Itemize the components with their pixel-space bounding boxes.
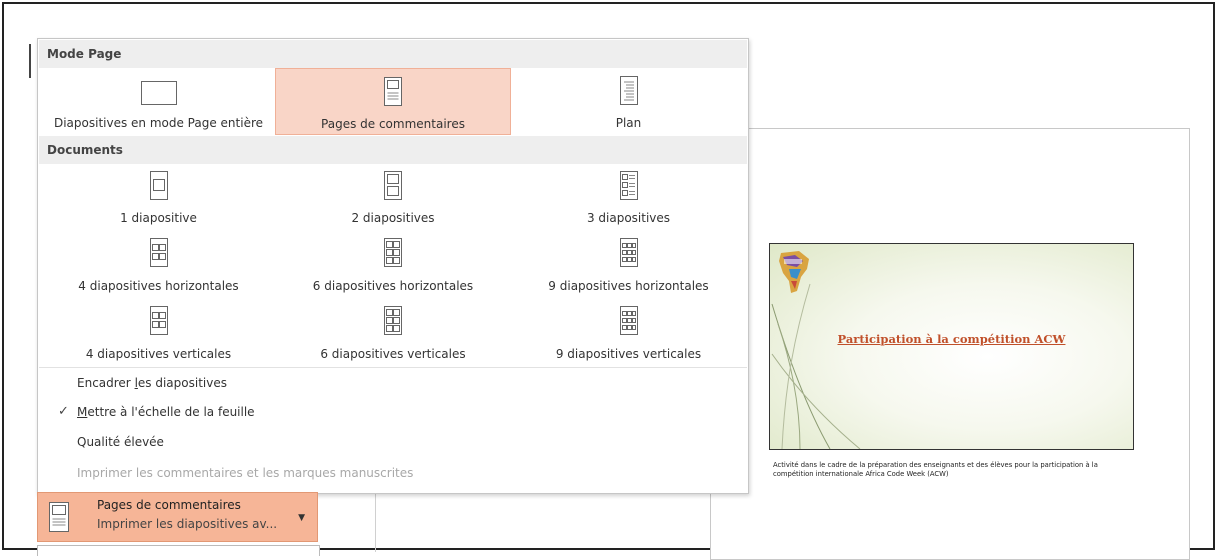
high-quality-item[interactable]: Qualité élevée	[77, 435, 164, 449]
print-layout-button[interactable]: Pages de commentaires Imprimer les diapo…	[37, 492, 318, 542]
notes-page-icon	[49, 502, 69, 532]
menu-label-part: Encadrer	[77, 376, 135, 390]
notes-text: Activité dans le cadre de la préparation…	[773, 461, 1098, 478]
handout-6h-icon	[384, 238, 402, 267]
handout-3-icon	[620, 171, 638, 200]
layout-button-subtitle: Imprimer les diapositives av...	[97, 517, 278, 531]
print-comments-item: Imprimer les commentaires et les marques…	[77, 466, 414, 480]
handout-4h-icon	[150, 238, 168, 267]
africa-code-week-logo	[779, 251, 809, 293]
access-key: M	[77, 405, 88, 419]
option-full-page-slides[interactable]: Diapositives en mode Page entière	[42, 68, 275, 135]
slide-title: Participation à la compétition ACW	[837, 332, 1066, 346]
option-label: 1 diapositive	[120, 211, 197, 225]
option-label: 4 diapositives horizontales	[78, 279, 239, 293]
option-1-slide[interactable]: 1 diapositive	[42, 165, 275, 231]
option-label: Diapositives en mode Page entière	[53, 116, 264, 130]
option-3-slides[interactable]: 3 diapositives	[511, 165, 746, 231]
option-label: 9 diapositives horizontales	[548, 279, 709, 293]
handout-9h-icon	[620, 238, 638, 267]
print-layout-dropdown: Mode Page Diapositives en mode Page enti…	[37, 38, 749, 494]
option-label: 4 diapositives verticales	[85, 347, 232, 361]
option-label: 6 diapositives verticales	[320, 347, 466, 361]
option-4-horizontal[interactable]: 4 diapositives horizontales	[42, 233, 275, 299]
handout-9v-icon	[620, 306, 638, 335]
option-6-horizontal[interactable]: 6 diapositives horizontales	[275, 233, 511, 299]
option-9-vertical[interactable]: 9 diapositives verticales	[511, 301, 746, 367]
option-label: 9 diapositives verticales	[555, 347, 702, 361]
option-label: 3 diapositives	[586, 211, 671, 225]
option-outline[interactable]: Plan	[511, 68, 746, 135]
option-label: 2 diapositives	[351, 211, 435, 225]
scale-to-fit-item[interactable]: Mettre à l'échelle de la feuille	[77, 405, 255, 419]
frame-slides-item[interactable]: Encadrer les diapositives	[77, 376, 227, 390]
handout-6v-icon	[384, 306, 402, 335]
handout-4v-icon	[150, 306, 168, 335]
handout-2-icon	[384, 171, 402, 200]
next-setting-control[interactable]	[37, 545, 320, 556]
option-label: Pages de commentaires	[321, 117, 465, 131]
layout-button-title: Pages de commentaires	[97, 498, 241, 512]
option-6-vertical[interactable]: 6 diapositives verticales	[275, 301, 511, 367]
mode-page-header: Mode Page	[39, 40, 747, 68]
partial-bracket	[29, 44, 35, 78]
option-label: 6 diapositives horizontales	[312, 279, 474, 293]
decorative-curves	[771, 283, 861, 449]
option-notes-pages[interactable]: Pages de commentaires	[275, 68, 511, 135]
menu-label-part: ettre à l'échelle de la feuille	[87, 405, 255, 419]
menu-label-part: es diapositives	[137, 376, 227, 390]
documents-header: Documents	[39, 136, 747, 164]
dropdown-arrow-icon: ▼	[298, 513, 305, 523]
option-4-vertical[interactable]: 4 diapositives verticales	[42, 301, 275, 367]
menu-divider	[39, 367, 747, 368]
checkmark-icon: ✓	[58, 404, 69, 419]
notes-page-icon	[384, 77, 402, 106]
option-9-horizontal[interactable]: 9 diapositives horizontales	[511, 233, 746, 299]
full-page-slide-icon	[141, 81, 177, 105]
outline-icon	[620, 76, 638, 105]
option-label: Plan	[615, 116, 642, 130]
handout-1-icon	[150, 171, 168, 200]
option-2-slides[interactable]: 2 diapositives	[275, 165, 511, 231]
slide-preview: Participation à la compétition ACW	[769, 243, 1134, 450]
